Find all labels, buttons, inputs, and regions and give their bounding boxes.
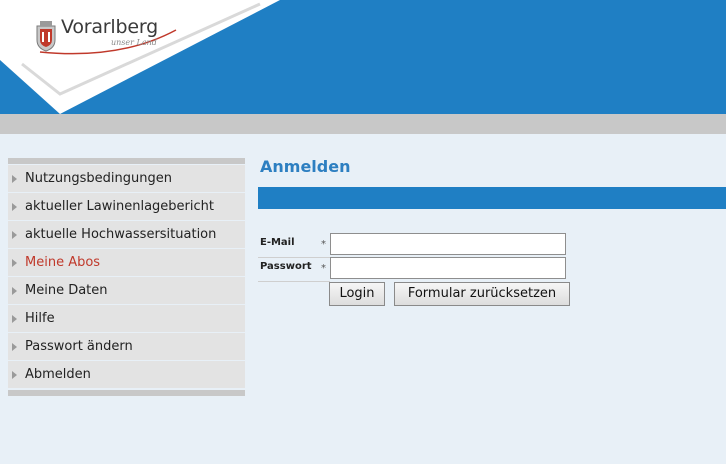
login-button[interactable]: Login [329, 282, 385, 306]
password-label: Passwort [260, 261, 312, 272]
sidebar-bottom-divider [8, 390, 245, 396]
sidebar-item-hilfe[interactable]: Hilfe [8, 305, 245, 332]
reset-form-button[interactable]: Formular zurücksetzen [394, 282, 570, 306]
sidebar-item-abmelden[interactable]: Abmelden [8, 361, 245, 388]
sidebar-item-label: Nutzungsbedingungen [25, 171, 172, 186]
sidebar-item-label: Meine Daten [25, 283, 108, 298]
sidebar-item-label: Passwort ändern [25, 339, 133, 354]
sidebar-item-label: Hilfe [25, 311, 55, 326]
bullet-arrow-icon [12, 259, 17, 267]
title-underline-bar [258, 187, 726, 209]
email-row: E-Mail * [258, 233, 568, 258]
sidebar-item-label: Abmelden [25, 367, 91, 382]
sidebar-item-label: Meine Abos [25, 255, 101, 270]
sidebar-nav: Nutzungsbedingungen aktueller Lawinenlag… [8, 158, 245, 396]
logo-title: Vorarlberg [61, 16, 158, 38]
bullet-arrow-icon [12, 203, 17, 211]
row-divider [258, 281, 330, 282]
password-row: Passwort * [258, 257, 568, 282]
bullet-arrow-icon [12, 175, 17, 183]
sidebar-item-hochwassersituation[interactable]: aktuelle Hochwassersituation [8, 221, 245, 248]
bullet-arrow-icon [12, 231, 17, 239]
bullet-arrow-icon [12, 371, 17, 379]
email-required-marker: * [321, 239, 326, 250]
coat-of-arms-icon [36, 21, 56, 52]
bullet-arrow-icon [12, 315, 17, 323]
sidebar-item-lawinenlagebericht[interactable]: aktueller Lawinenlagebericht [8, 193, 245, 220]
email-label: E-Mail [260, 237, 295, 248]
sidebar-item-label: aktueller Lawinenlagebericht [25, 199, 214, 214]
bullet-arrow-icon [12, 287, 17, 295]
sidebar-item-nutzungsbedingungen[interactable]: Nutzungsbedingungen [8, 165, 245, 192]
page-title: Anmelden [260, 157, 351, 176]
page-header: Vorarlberg unser Land [0, 0, 726, 114]
bullet-arrow-icon [12, 343, 17, 351]
sidebar-item-passwort-aendern[interactable]: Passwort ändern [8, 333, 245, 360]
sidebar-item-meine-daten[interactable]: Meine Daten [8, 277, 245, 304]
header-gray-band [0, 114, 726, 134]
password-field[interactable] [330, 257, 566, 279]
sidebar-item-label: aktuelle Hochwassersituation [25, 227, 217, 242]
password-required-marker: * [321, 263, 326, 274]
sidebar-item-meine-abos[interactable]: Meine Abos [8, 249, 245, 276]
sidebar-top-divider [8, 158, 245, 164]
logo-subtitle: unser Land [111, 38, 157, 47]
email-field[interactable] [330, 233, 566, 255]
